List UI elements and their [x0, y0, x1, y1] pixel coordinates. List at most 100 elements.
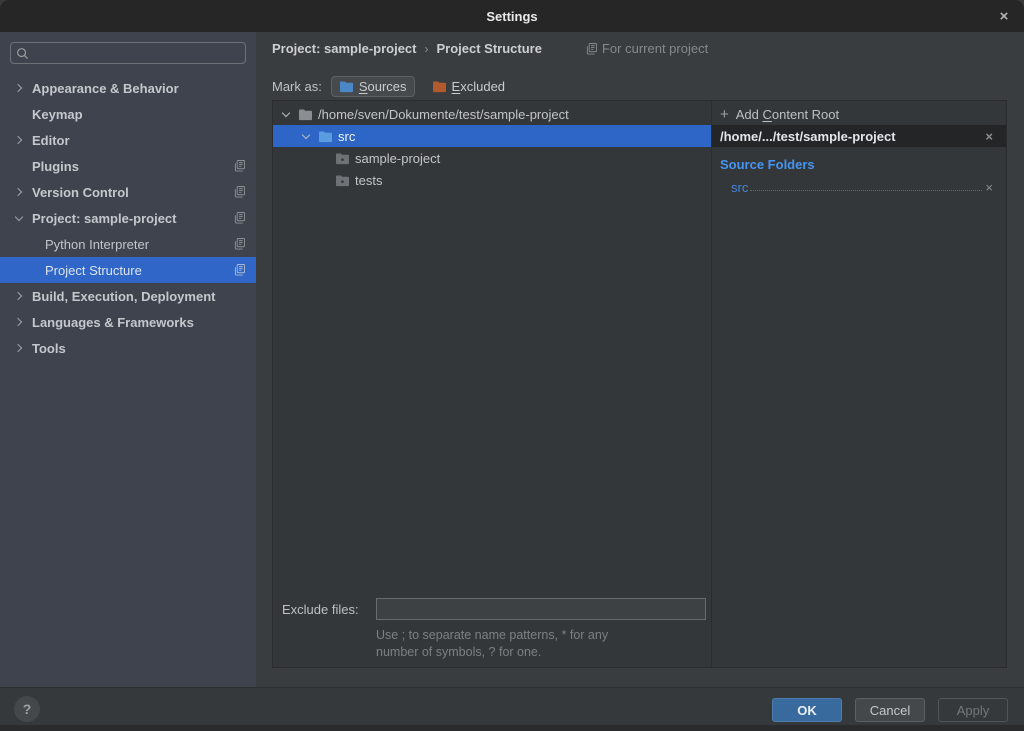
sidebar-item-editor[interactable]: Editor [0, 127, 256, 153]
sidebar-item-label: Build, Execution, Deployment [32, 289, 215, 304]
sidebar-item-label: Project: sample-project [32, 211, 177, 226]
tree-row-label: src [338, 129, 355, 144]
mark-as-label: Mark as: [272, 79, 322, 94]
sidebar-item-label: Version Control [32, 185, 129, 200]
note-label: For current project [602, 41, 708, 56]
button-label: xcluded [460, 79, 505, 94]
mark-sources-button[interactable]: Sources [331, 76, 415, 97]
sidebar-item-plugins[interactable]: Plugins [0, 153, 256, 179]
search-icon [16, 47, 29, 60]
folder-icon [335, 152, 350, 165]
chevron-right-icon[interactable] [12, 315, 26, 329]
mnemonic: S [359, 79, 368, 94]
source-folders-title: Source Folders [720, 157, 1006, 172]
source-folder-name: src [731, 180, 748, 195]
sidebar-item-label: Tools [32, 341, 66, 356]
breadcrumb-project: Project: sample-project [272, 41, 417, 56]
sidebar-item-build-execution-deployment[interactable]: Build, Execution, Deployment [0, 283, 256, 309]
search-box[interactable] [10, 42, 246, 64]
sidebar-item-version-control[interactable]: Version Control [0, 179, 256, 205]
chevron-right-icon[interactable] [12, 133, 26, 147]
button-label: Add [736, 107, 763, 122]
sidebar-item-project-sample-project[interactable]: Project: sample-project [0, 205, 256, 231]
settings-dialog: Settings × Appearance & Behavior Keymap … [0, 0, 1024, 731]
hint-line: number of symbols, ? for one. [376, 644, 703, 661]
exclude-files-label: Exclude files: [282, 602, 376, 617]
ok-button[interactable]: OK [772, 698, 842, 722]
tree-row-label: sample-project [355, 151, 440, 166]
button-label: ontent Root [772, 107, 839, 122]
add-icon: + [720, 107, 729, 122]
per-project-icon [586, 43, 597, 55]
sidebar-item-label: Editor [32, 133, 70, 148]
tree-row-src[interactable]: src [273, 125, 711, 147]
help-icon[interactable]: ? [14, 696, 40, 722]
remove-content-root-icon[interactable]: × [985, 129, 993, 144]
close-icon[interactable]: × [992, 0, 1016, 32]
settings-content: Project: sample-project › Project Struct… [256, 32, 1024, 687]
dotted-leader [750, 190, 982, 191]
mark-excluded-button[interactable]: Excluded [424, 76, 513, 97]
page-title: Project Structure [437, 41, 542, 56]
sidebar-item-languages-frameworks[interactable]: Languages & Frameworks [0, 309, 256, 335]
folder-icon [335, 174, 350, 187]
chevron-right-icon[interactable] [12, 341, 26, 355]
dialog-footer: ? OK Cancel Apply [0, 687, 1024, 731]
folder-blue-icon [339, 80, 354, 93]
sidebar-item-label: Plugins [32, 159, 79, 174]
per-project-icon [234, 186, 245, 198]
mnemonic: E [452, 79, 461, 94]
per-project-icon [234, 160, 245, 172]
for-current-project-note: For current project [586, 41, 708, 56]
chevron-right-icon[interactable] [12, 81, 26, 95]
chevron-down-icon[interactable] [279, 107, 293, 121]
per-project-icon [234, 238, 245, 250]
search-input[interactable] [34, 45, 240, 62]
content-root-entry[interactable]: /home/.../test/sample-project × [712, 125, 1006, 147]
remove-source-folder-icon[interactable]: × [985, 180, 993, 195]
settings-sidebar: Appearance & Behavior Keymap Editor Plug… [0, 32, 256, 687]
chevron-spacer [12, 159, 26, 173]
project-tree-panel: /home/sven/Dokumente/test/sample-project… [272, 100, 712, 668]
source-folder-entry[interactable]: src × [712, 175, 1006, 195]
dialog-buttons: OK Cancel Apply [772, 698, 1008, 722]
sidebar-item-keymap[interactable]: Keymap [0, 101, 256, 127]
exclude-files-input[interactable] [376, 598, 706, 620]
tree-row-tests[interactable]: tests [273, 169, 711, 191]
chevron-spacer [12, 107, 26, 121]
tree-row-label: /home/sven/Dokumente/test/sample-project [318, 107, 569, 122]
sidebar-item-python-interpreter[interactable]: Python Interpreter [0, 231, 256, 257]
sidebar-item-project-structure[interactable]: Project Structure [0, 257, 256, 283]
tree-row-label: tests [355, 173, 382, 188]
per-project-icon [234, 264, 245, 276]
content-roots-panel: + Add Content Root /home/.../test/sample… [712, 100, 1007, 668]
sidebar-item-label: Languages & Frameworks [32, 315, 194, 330]
exclude-files-hint: Use ; to separate name patterns, * for a… [376, 627, 703, 660]
button-label: ources [368, 79, 407, 94]
chevron-right-icon[interactable] [12, 185, 26, 199]
folder-icon [298, 108, 313, 121]
dialog-title: Settings [486, 9, 537, 24]
per-project-icon [234, 212, 245, 224]
add-content-root-button[interactable]: + Add Content Root [712, 103, 1006, 125]
chevron-right-icon[interactable] [12, 289, 26, 303]
mnemonic: C [763, 107, 772, 122]
mark-as-toolbar: Mark as: Sources Excluded [272, 74, 513, 98]
chevron-down-icon[interactable] [299, 129, 313, 143]
tree-row-sample-project[interactable]: sample-project [273, 147, 711, 169]
sidebar-item-tools[interactable]: Tools [0, 335, 256, 361]
source-folder-icon [318, 130, 333, 143]
folder-orange-icon [432, 80, 447, 93]
sidebar-item-label: Appearance & Behavior [32, 81, 179, 96]
sidebar-item-label: Keymap [32, 107, 83, 122]
chevron-down-icon[interactable] [12, 211, 26, 225]
sidebar-item-appearance-behavior[interactable]: Appearance & Behavior [0, 75, 256, 101]
content-root-path: /home/.../test/sample-project [720, 129, 896, 144]
hint-line: Use ; to separate name patterns, * for a… [376, 627, 703, 644]
sidebar-item-label: Python Interpreter [45, 237, 149, 252]
apply-button[interactable]: Apply [938, 698, 1008, 722]
cancel-button[interactable]: Cancel [855, 698, 925, 722]
tree-row-content-root[interactable]: /home/sven/Dokumente/test/sample-project [273, 103, 711, 125]
breadcrumb-separator: › [425, 42, 429, 56]
sidebar-menu: Appearance & Behavior Keymap Editor Plug… [0, 75, 256, 361]
